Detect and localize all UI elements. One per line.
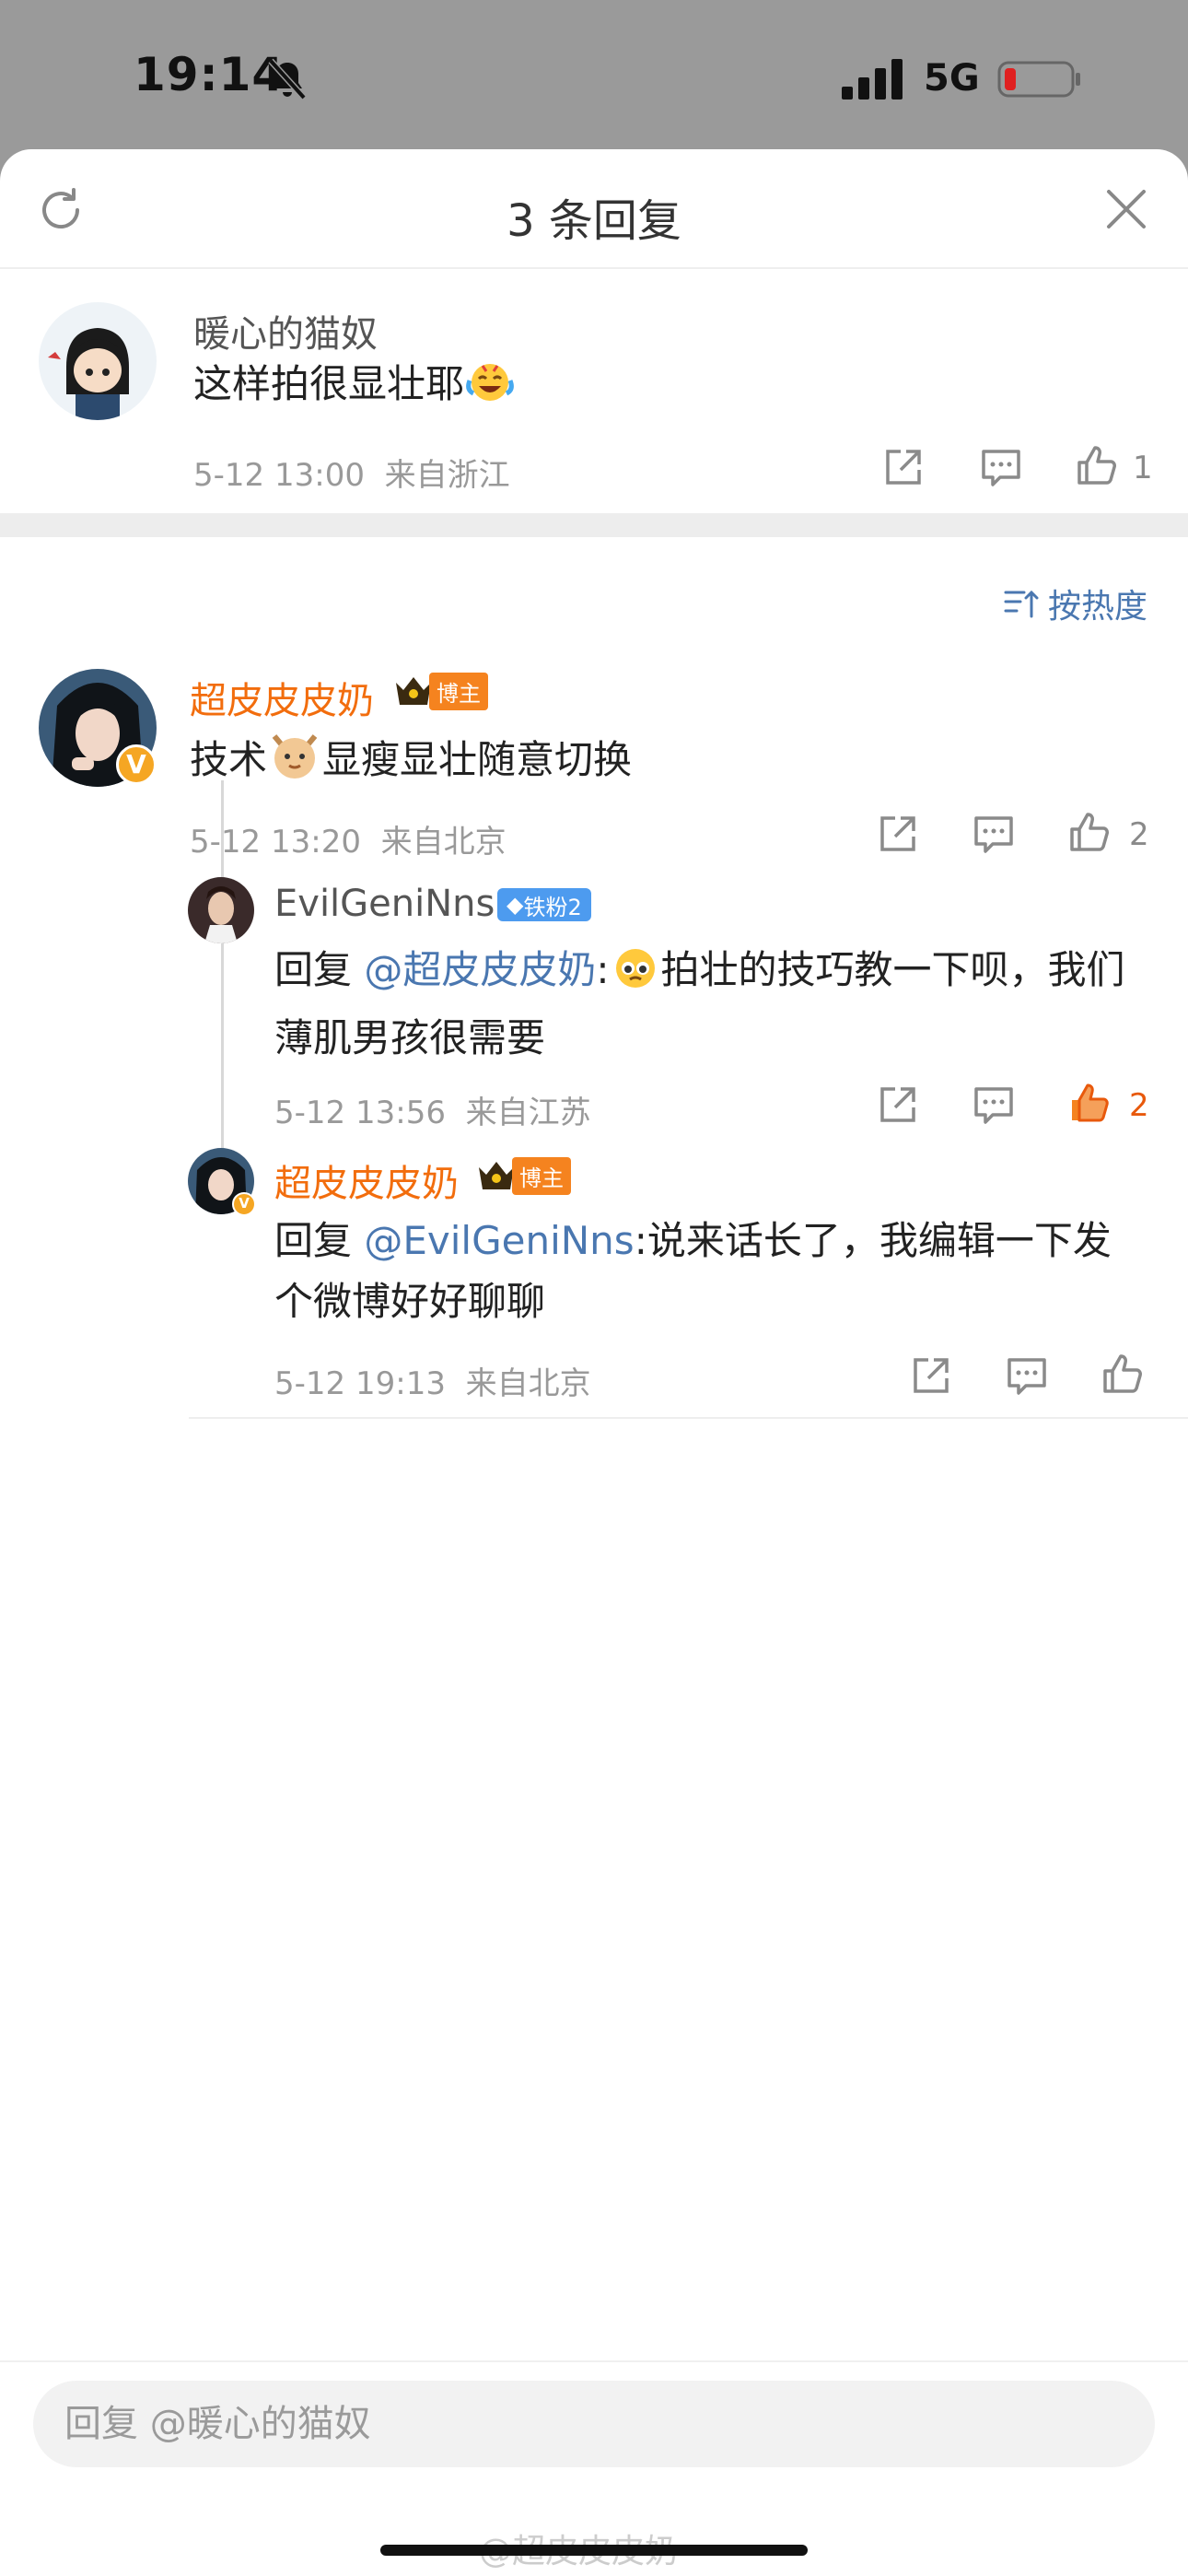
- pleading-face-emoji-icon: [610, 944, 661, 1008]
- network-type: 5G: [924, 57, 980, 100]
- reply-username[interactable]: 超皮皮皮奶: [190, 671, 374, 724]
- reply-meta: 5-12 13:20 来自北京: [190, 824, 507, 861]
- reply-username[interactable]: EvilGeniNns: [274, 883, 495, 925]
- like-icon[interactable]: [1074, 442, 1120, 488]
- comment-icon[interactable]: [978, 444, 1024, 490]
- thread-line: [221, 780, 224, 1158]
- share-icon[interactable]: [875, 1082, 921, 1128]
- like-count: 2: [1129, 1087, 1149, 1124]
- thread-divider: [189, 1417, 1188, 1419]
- laughing-tears-emoji-icon: [464, 358, 516, 422]
- reply-meta: 5-12 19:13 来自北京: [274, 1365, 591, 1402]
- like-count: 2: [1129, 816, 1149, 853]
- avatar-root[interactable]: [39, 302, 157, 420]
- status-bar: 19:14 5G: [0, 0, 1188, 152]
- comment-text: 这样拍很显壮耶: [193, 354, 516, 422]
- section-divider: [0, 513, 1188, 537]
- comment-username[interactable]: 暖心的猫奴: [193, 304, 378, 357]
- diamond-icon: ◆: [507, 892, 524, 918]
- sort-icon: [1004, 590, 1039, 618]
- blogger-badge: 博主: [475, 1156, 571, 1195]
- status-time: 19:14: [134, 48, 285, 101]
- home-indicator[interactable]: [380, 2545, 808, 2556]
- comment-icon[interactable]: [971, 1082, 1017, 1128]
- like-icon[interactable]: [1066, 809, 1112, 855]
- reply-text: 技术 显瘦显壮随意切换: [190, 730, 632, 798]
- reply-meta: 5-12 13:56 来自江苏: [274, 1095, 591, 1131]
- sheet-header: 3 条回复: [0, 149, 1188, 269]
- reply-username[interactable]: 超皮皮皮奶: [274, 1153, 459, 1207]
- close-icon[interactable]: [1103, 186, 1149, 232]
- cellular-signal-icon: [842, 59, 903, 100]
- reply-text: 回复 @超皮皮皮奶: 拍壮的技巧教一下呗，我们薄肌男孩很需要: [274, 940, 1149, 1069]
- share-icon[interactable]: [880, 444, 926, 490]
- bell-muted-icon: [268, 58, 307, 100]
- comment-meta: 5-12 13:00 来自浙江: [193, 457, 510, 494]
- sort-by-hot-button[interactable]: 按热度: [1002, 580, 1147, 626]
- share-icon[interactable]: [908, 1352, 954, 1399]
- comment-icon[interactable]: [1004, 1352, 1050, 1399]
- reply-input[interactable]: [33, 2381, 1155, 2467]
- verified-badge-icon: V: [232, 1192, 256, 1216]
- like-icon[interactable]: [1100, 1351, 1146, 1397]
- avatar-evilgeninns[interactable]: [188, 877, 254, 943]
- like-count: 1: [1133, 450, 1153, 486]
- blogger-badge: 博主: [392, 672, 488, 710]
- mention-link[interactable]: @超皮皮皮奶: [364, 947, 596, 992]
- verified-badge-icon: V: [116, 744, 157, 785]
- cat-emoji-icon: [267, 731, 322, 798]
- battery-low-icon: [997, 61, 1080, 98]
- sort-label: 按热度: [1048, 588, 1148, 626]
- fan-badge: ◆ 铁粉2: [497, 888, 591, 921]
- liked-icon[interactable]: [1066, 1080, 1112, 1126]
- sheet-title: 3 条回复: [507, 195, 681, 247]
- mention-link[interactable]: @EvilGeniNns: [364, 1218, 634, 1263]
- reply-text: 回复 @EvilGeniNns:说来话长了，我编辑一下发个微博好好聊聊: [274, 1218, 1112, 1324]
- share-icon[interactable]: [875, 811, 921, 857]
- comment-icon[interactable]: [971, 811, 1017, 857]
